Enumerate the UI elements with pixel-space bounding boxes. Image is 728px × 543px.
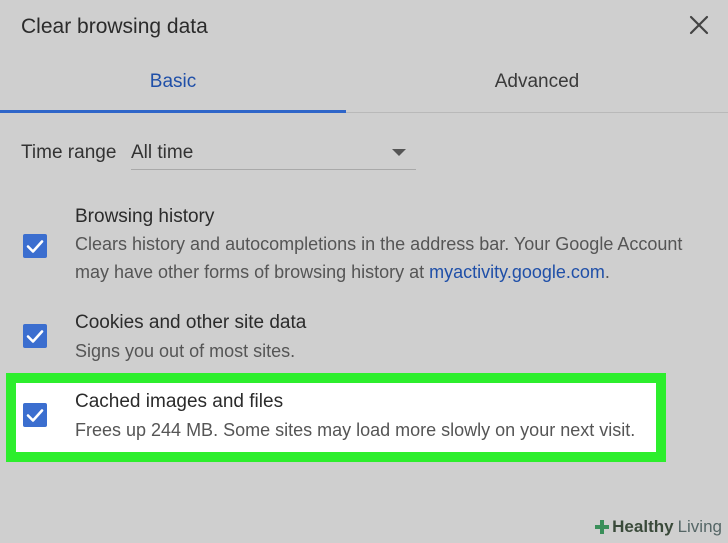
dropdown-caret-icon bbox=[392, 149, 406, 156]
option-title: Cookies and other site data bbox=[75, 312, 307, 333]
option-description: Signs you out of most sites. bbox=[75, 341, 296, 361]
time-range-value: All time bbox=[131, 142, 194, 163]
plus-logo-icon bbox=[595, 520, 610, 534]
watermark-brand-2: Living bbox=[677, 517, 722, 536]
tab-bar: Basic Advanced bbox=[0, 60, 728, 113]
time-range-label: Time range bbox=[21, 142, 117, 163]
watermark-brand: Healthy bbox=[612, 517, 674, 536]
option-title: Browsing history bbox=[75, 206, 215, 227]
check-icon bbox=[26, 240, 44, 253]
option-description: Frees up 244 MB. Some sites may load mor… bbox=[75, 420, 636, 440]
cookies-checkbox[interactable] bbox=[23, 324, 47, 348]
tab-advanced[interactable]: Advanced bbox=[364, 60, 710, 110]
browsing-history-checkbox[interactable] bbox=[23, 234, 47, 258]
dialog-title: Clear browsing data bbox=[21, 15, 208, 38]
option-description: Clears history and autocompletions in th… bbox=[75, 230, 720, 286]
healthy-living-watermark: Healthy Living bbox=[594, 514, 722, 540]
time-range-dropdown[interactable]: All time bbox=[131, 139, 416, 170]
myactivity-link[interactable]: myactivity.google.com bbox=[429, 262, 605, 282]
tab-basic[interactable]: Basic bbox=[0, 60, 346, 113]
cached-images-checkbox[interactable] bbox=[23, 403, 47, 427]
close-icon[interactable] bbox=[688, 14, 710, 36]
check-icon bbox=[26, 330, 44, 343]
check-icon bbox=[26, 409, 44, 422]
option-title: Cached images and files bbox=[75, 391, 284, 412]
description-end: . bbox=[604, 262, 610, 282]
